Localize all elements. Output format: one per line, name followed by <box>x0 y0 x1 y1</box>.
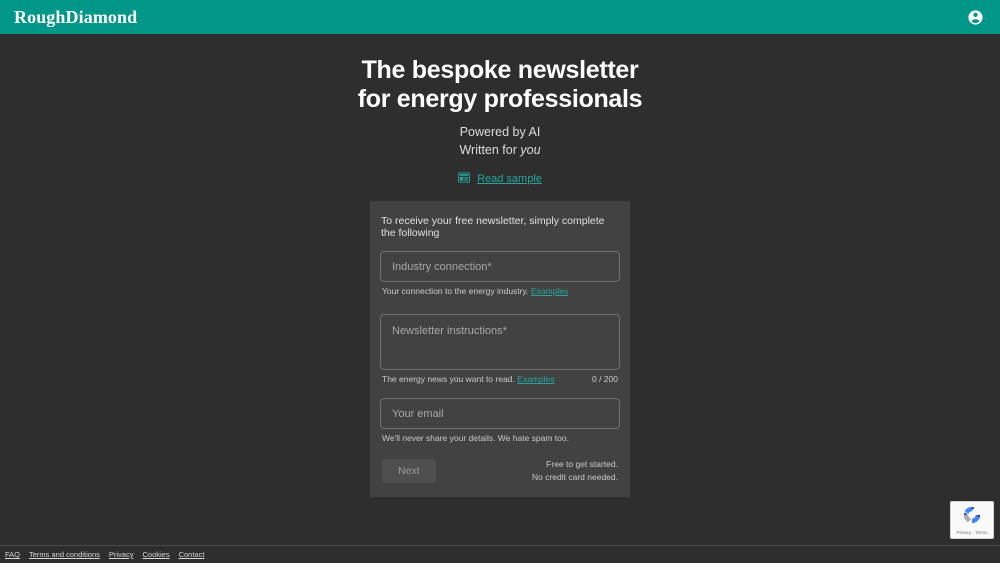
email-help-emphasis: never <box>402 433 424 444</box>
email-input[interactable] <box>380 398 620 430</box>
character-counter: 0 / 200 <box>592 374 618 385</box>
signup-card: To receive your free newsletter, simply … <box>370 201 630 498</box>
read-sample-row: Read sample <box>0 170 1000 188</box>
read-sample-link[interactable]: Read sample <box>477 173 542 185</box>
footer-link-privacy[interactable]: Privacy <box>109 550 134 559</box>
recaptcha-icon <box>962 505 982 530</box>
email-help-text: We'll never share your details. We hate … <box>382 433 569 444</box>
tagline-line1: Powered by AI <box>459 125 541 139</box>
footer-link-cookies[interactable]: Cookies <box>142 550 169 559</box>
instructions-examples-link[interactable]: Examples <box>517 374 554 384</box>
footer-link-terms[interactable]: Terms and conditions <box>29 550 100 559</box>
footer-link-faq[interactable]: FAQ <box>5 550 20 559</box>
tagline-line2-emphasis: you <box>520 143 541 158</box>
tagline-line2-prefix: Written for <box>459 143 521 158</box>
industry-help-label: Your connection to the energy industry. <box>382 286 529 297</box>
email-help-suffix: share your details. We hate spam too. <box>423 433 569 444</box>
email-help-prefix: We'll <box>382 433 403 444</box>
industry-help-text: Your connection to the energy industry. … <box>382 286 568 297</box>
recaptcha-legal-text[interactable]: Privacy - Terms <box>957 530 988 536</box>
footer-link-contact[interactable]: Contact <box>179 550 205 559</box>
brand-logo[interactable]: RoughDiamond <box>14 8 137 26</box>
next-button[interactable]: Next <box>382 458 436 483</box>
industry-examples-link[interactable]: Examples <box>531 286 568 296</box>
page-title: The bespoke newsletter for energy profes… <box>0 56 1000 113</box>
assurance-line1: Free to get started. <box>546 459 618 470</box>
form-intro: To receive your free newsletter, simply … <box>381 215 605 240</box>
app-header: RoughDiamond <box>0 0 1000 34</box>
hero-tagline: Powered by AI Written for you <box>0 123 1000 159</box>
email-field: We'll never share your details. We hate … <box>380 398 620 444</box>
field-spacer <box>380 301 620 314</box>
recaptcha-badge[interactable]: Privacy - Terms <box>950 501 994 539</box>
hero-section: The bespoke newsletter for energy profes… <box>0 34 1000 188</box>
assurance-text: Free to get started. No credit card need… <box>532 458 618 483</box>
instructions-help-row: The energy news you want to read. Exampl… <box>380 374 620 385</box>
newsletter-instructions-field: The energy news you want to read. Exampl… <box>380 314 620 385</box>
instructions-help-label: The energy news you want to read. <box>382 374 515 385</box>
email-help-row: We'll never share your details. We hate … <box>380 433 620 444</box>
site-footer: FAQ Terms and conditions Privacy Cookies… <box>0 545 1000 563</box>
newsletter-instructions-input[interactable] <box>380 314 620 371</box>
page-title-line2: for energy professionals <box>357 84 643 113</box>
instructions-help-text: The energy news you want to read. Exampl… <box>382 374 554 385</box>
industry-connection-field: Your connection to the energy industry. … <box>380 251 620 297</box>
assurance-line2: No credit card needed. <box>532 471 618 482</box>
field-spacer <box>380 389 620 398</box>
account-circle-icon[interactable] <box>964 6 986 28</box>
card-action-row: Next Free to get started. No credit card… <box>380 458 620 483</box>
industry-connection-input[interactable] <box>380 251 620 283</box>
newspaper-icon <box>458 170 471 188</box>
main-content: The bespoke newsletter for energy profes… <box>0 34 1000 563</box>
industry-help-row: Your connection to the energy industry. … <box>380 286 620 297</box>
page-title-line1: The bespoke newsletter <box>361 56 639 84</box>
